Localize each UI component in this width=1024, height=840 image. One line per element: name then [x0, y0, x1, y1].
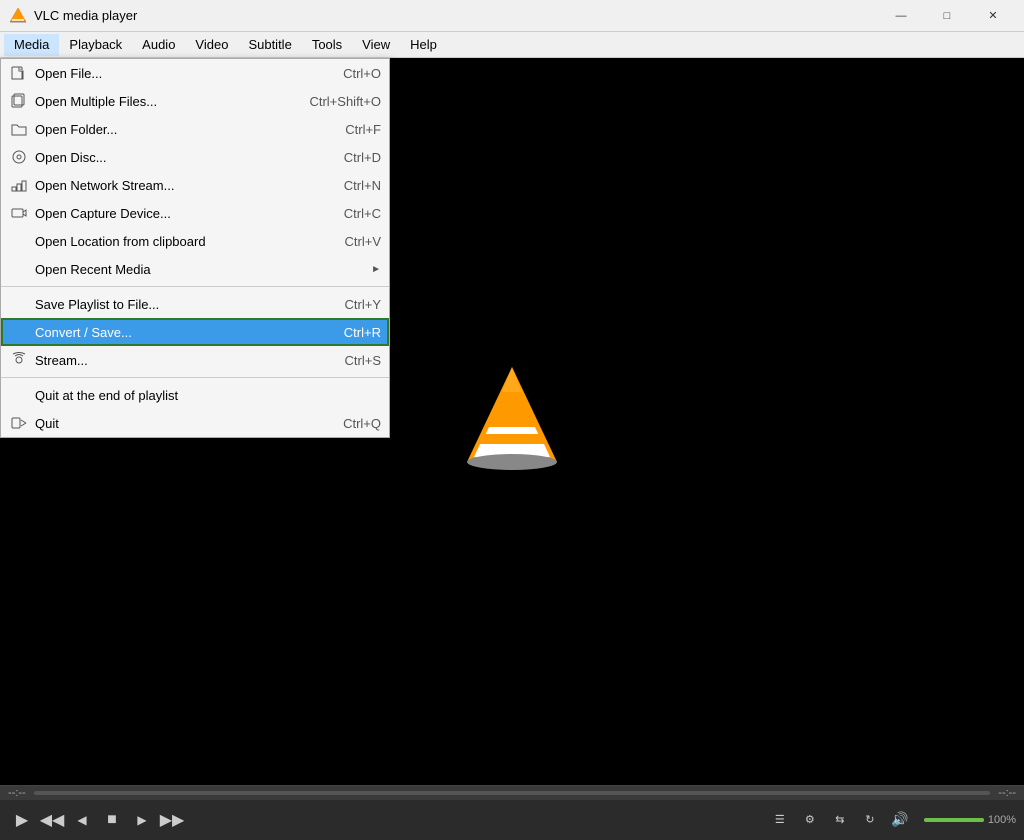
separator-2	[1, 377, 389, 378]
menu-open-folder[interactable]: Open Folder... Ctrl+F	[1, 115, 389, 143]
menu-tools[interactable]: Tools	[302, 34, 352, 56]
menu-open-disc[interactable]: Open Disc... Ctrl+D	[1, 143, 389, 171]
open-folder-label: Open Folder...	[35, 122, 325, 137]
quit-icon	[9, 413, 29, 433]
time-remaining: --:--	[998, 787, 1016, 799]
mute-button[interactable]: 🔊	[886, 806, 914, 834]
convert-save-icon	[9, 322, 29, 342]
media-dropdown-menu: Open File... Ctrl+O Open Multiple Files.…	[0, 58, 390, 438]
menu-quit-end[interactable]: Quit at the end of playlist	[1, 381, 389, 409]
save-playlist-shortcut: Ctrl+Y	[345, 297, 381, 312]
quit-label: Quit	[35, 416, 323, 431]
menu-open-file[interactable]: Open File... Ctrl+O	[1, 59, 389, 87]
open-folder-shortcut: Ctrl+F	[345, 122, 381, 137]
menu-open-capture[interactable]: Open Capture Device... Ctrl+C	[1, 199, 389, 227]
open-network-label: Open Network Stream...	[35, 178, 324, 193]
menu-open-location[interactable]: Open Location from clipboard Ctrl+V	[1, 227, 389, 255]
convert-save-label: Convert / Save...	[35, 325, 324, 340]
stream-icon	[9, 350, 29, 370]
maximize-button[interactable]: □	[924, 0, 970, 32]
open-multiple-shortcut: Ctrl+Shift+O	[309, 94, 381, 109]
open-folder-icon	[9, 119, 29, 139]
menu-save-playlist[interactable]: Save Playlist to File... Ctrl+Y	[1, 290, 389, 318]
menu-open-recent[interactable]: Open Recent Media ►	[1, 255, 389, 283]
open-file-icon	[9, 63, 29, 83]
menu-open-multiple[interactable]: Open Multiple Files... Ctrl+Shift+O	[1, 87, 389, 115]
minimize-button[interactable]: —	[878, 0, 924, 32]
menu-open-network[interactable]: Open Network Stream... Ctrl+N	[1, 171, 389, 199]
progress-track[interactable]	[34, 791, 991, 795]
open-capture-label: Open Capture Device...	[35, 206, 324, 221]
quit-shortcut: Ctrl+Q	[343, 416, 381, 431]
menu-bar: Media Playback Audio Video Subtitle Tool…	[0, 32, 1024, 58]
stream-label: Stream...	[35, 353, 325, 368]
open-location-icon	[9, 231, 29, 251]
open-recent-icon	[9, 259, 29, 279]
open-network-shortcut: Ctrl+N	[344, 178, 381, 193]
volume-bar[interactable]	[924, 818, 984, 822]
vlc-logo	[462, 362, 562, 482]
volume-fill	[924, 818, 984, 822]
progress-bar-area[interactable]: --:-- --:--	[0, 786, 1024, 800]
open-multiple-icon	[9, 91, 29, 111]
open-location-label: Open Location from clipboard	[35, 234, 325, 249]
volume-label: 100%	[988, 814, 1016, 826]
save-playlist-icon	[9, 294, 29, 314]
app-title: VLC media player	[34, 8, 878, 23]
save-playlist-label: Save Playlist to File...	[35, 297, 325, 312]
loop-button[interactable]: ↻	[856, 806, 884, 834]
shuffle-button[interactable]: ⇆	[826, 806, 854, 834]
menu-subtitle[interactable]: Subtitle	[238, 34, 301, 56]
back-button[interactable]: ◀	[68, 806, 96, 834]
next-button[interactable]: ▶▶	[158, 806, 186, 834]
open-location-shortcut: Ctrl+V	[345, 234, 381, 249]
window-controls: — □ ✕	[878, 0, 1016, 32]
title-bar: VLC media player — □ ✕	[0, 0, 1024, 32]
close-button[interactable]: ✕	[970, 0, 1016, 32]
open-network-icon	[9, 175, 29, 195]
menu-playback[interactable]: Playback	[59, 34, 132, 56]
open-multiple-label: Open Multiple Files...	[35, 94, 289, 109]
controls-row: ▶ ◀◀ ◀ ■ ▶ ▶▶ ☰ ⚙ ⇆ ↻ 🔊 100%	[0, 800, 1024, 840]
open-recent-arrow: ►	[371, 264, 381, 275]
bottom-bar: --:-- --:-- ▶ ◀◀ ◀ ■ ▶ ▶▶ ☰ ⚙ ⇆ ↻ 🔊 100%	[0, 785, 1024, 840]
open-disc-icon	[9, 147, 29, 167]
volume-area: 100%	[924, 814, 1016, 826]
quit-end-label: Quit at the end of playlist	[35, 388, 361, 403]
menu-view[interactable]: View	[352, 34, 400, 56]
open-file-label: Open File...	[35, 66, 323, 81]
toggle-playlist-button[interactable]: ☰	[766, 806, 794, 834]
separator-1	[1, 286, 389, 287]
open-file-shortcut: Ctrl+O	[343, 66, 381, 81]
menu-audio[interactable]: Audio	[132, 34, 185, 56]
open-recent-label: Open Recent Media	[35, 262, 347, 277]
menu-video[interactable]: Video	[185, 34, 238, 56]
menu-quit[interactable]: Quit Ctrl+Q	[1, 409, 389, 437]
app-icon	[8, 6, 28, 26]
menu-media[interactable]: Media	[4, 34, 59, 56]
quit-end-icon	[9, 385, 29, 405]
menu-help[interactable]: Help	[400, 34, 447, 56]
stop-button[interactable]: ■	[98, 806, 126, 834]
prev-button[interactable]: ◀◀	[38, 806, 66, 834]
forward-button[interactable]: ▶	[128, 806, 156, 834]
open-disc-label: Open Disc...	[35, 150, 324, 165]
open-disc-shortcut: Ctrl+D	[344, 150, 381, 165]
play-button[interactable]: ▶	[8, 806, 36, 834]
menu-stream[interactable]: Stream... Ctrl+S	[1, 346, 389, 374]
extended-settings-button[interactable]: ⚙	[796, 806, 824, 834]
convert-save-shortcut: Ctrl+R	[344, 325, 381, 340]
menu-convert-save[interactable]: Convert / Save... Ctrl+R	[1, 318, 389, 346]
open-capture-icon	[9, 203, 29, 223]
time-elapsed: --:--	[8, 787, 26, 799]
stream-shortcut: Ctrl+S	[345, 353, 381, 368]
open-capture-shortcut: Ctrl+C	[344, 206, 381, 221]
